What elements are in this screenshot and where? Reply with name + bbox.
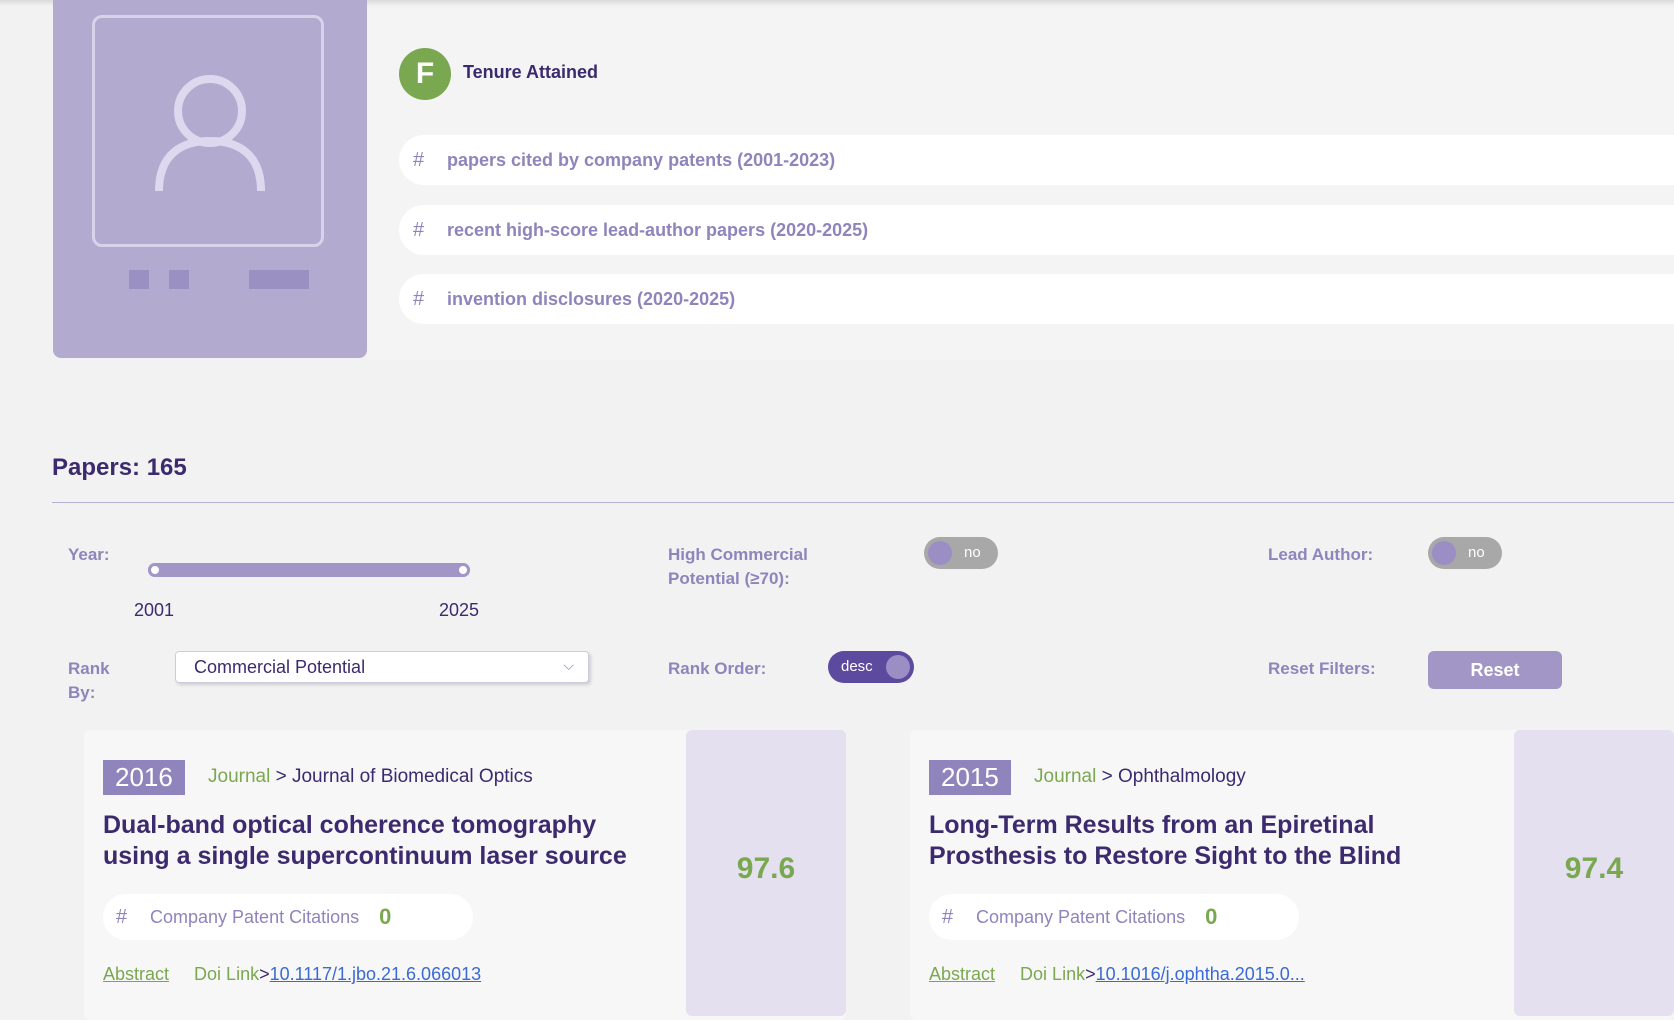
user-placeholder-icon	[155, 75, 265, 192]
lead-author-toggle[interactable]: no	[1428, 537, 1502, 569]
reset-filters-label: Reset Filters:	[1268, 659, 1376, 678]
abstract-link[interactable]: Abstract	[929, 964, 995, 984]
doi-label: Doi Link	[194, 964, 260, 984]
rank-order-toggle[interactable]: desc	[828, 651, 914, 683]
citations-label: Company Patent Citations	[976, 906, 1186, 927]
doi-separator: >	[259, 964, 270, 984]
venue-separator: >	[275, 766, 292, 787]
chevron-down-icon: ⌵	[563, 657, 574, 673]
doi-link[interactable]: 10.1117/1.jbo.21.6.066013	[270, 964, 482, 984]
citations-pill: # Company Patent Citations 0	[103, 894, 473, 940]
doi-label: Doi Link	[1020, 964, 1086, 984]
metric-row: # papers cited by company patents (2001-…	[399, 135, 1674, 185]
doi-separator: >	[1085, 964, 1096, 984]
score-panel: 97.6	[686, 730, 846, 1016]
citations-label: Company Patent Citations	[150, 906, 360, 927]
toggle-knob	[1432, 541, 1456, 565]
rank-by-label: Rank By:	[68, 659, 110, 702]
redacted-name	[249, 270, 309, 289]
year-slider-track[interactable]	[148, 563, 470, 577]
venue-name: Ophthalmology	[1117, 766, 1246, 787]
citations-value: 0	[379, 904, 392, 929]
reset-button[interactable]: Reset	[1428, 651, 1562, 689]
citations-value: 0	[1205, 904, 1218, 929]
hash-icon: #	[942, 905, 954, 928]
paper-links: Abstract Doi Link>10.1016/j.ophtha.2015.…	[929, 964, 1305, 985]
year-badge: 2016	[103, 760, 185, 795]
rank-order-label: Rank Order:	[668, 659, 767, 678]
commercial-score: 97.6	[736, 852, 796, 885]
paper-title[interactable]: Dual-band optical coherence tomography u…	[103, 810, 643, 872]
hash-icon: #	[413, 218, 425, 241]
rank-by-select[interactable]: Commercial Potential ⌵	[175, 651, 589, 683]
venue-separator: >	[1101, 766, 1118, 787]
score-panel: 97.4	[1514, 730, 1674, 1016]
tenure-badge: F	[399, 48, 451, 100]
high-commercial-label: High Commercial Potential (≥70):	[668, 545, 808, 588]
high-commercial-toggle[interactable]: no	[924, 537, 998, 569]
toggle-text: no	[964, 544, 981, 561]
year-min-label: 2001	[134, 600, 175, 620]
year-max-label: 2025	[439, 600, 480, 620]
venue-name: Journal of Biomedical Optics	[291, 766, 533, 787]
year-slider-max-handle[interactable]	[456, 563, 470, 577]
citations-pill: # Company Patent Citations 0	[929, 894, 1299, 940]
toggle-text: desc	[841, 658, 873, 675]
divider	[52, 502, 1674, 503]
venue-type: Journal	[208, 766, 271, 787]
doi-link[interactable]: 10.1016/j.ophtha.2015.0...	[1096, 964, 1305, 984]
venue: Journal > Ophthalmology	[1034, 766, 1246, 788]
metric-row: # recent high-score lead-author papers (…	[399, 205, 1674, 255]
paper-card: 2015 Journal > Ophthalmology Long-Term R…	[910, 730, 1674, 1020]
toggle-knob	[928, 541, 952, 565]
avatar	[92, 15, 324, 247]
metric-row: # invention disclosures (2020-2025)	[399, 274, 1674, 324]
paper-links: Abstract Doi Link>10.1117/1.jbo.21.6.066…	[103, 964, 481, 985]
year-badge: 2015	[929, 760, 1011, 795]
tenure-label: Tenure Attained	[463, 62, 599, 82]
paper-title[interactable]: Long-Term Results from an Epiretinal Pro…	[929, 810, 1469, 872]
metric-label: papers cited by company patents (2001-20…	[447, 149, 836, 170]
venue-type: Journal	[1034, 766, 1097, 787]
toggle-text: no	[1468, 544, 1485, 561]
metric-label: recent high-score lead-author papers (20…	[447, 219, 869, 240]
hash-icon: #	[116, 905, 128, 928]
abstract-link[interactable]: Abstract	[103, 964, 169, 984]
metric-label: invention disclosures (2020-2025)	[447, 288, 736, 309]
papers-title: Papers: 165	[52, 454, 187, 481]
commercial-score: 97.4	[1564, 852, 1624, 885]
redacted-name	[169, 270, 189, 289]
paper-card: 2016 Journal > Journal of Biomedical Opt…	[84, 730, 846, 1020]
rank-by-value: Commercial Potential	[194, 657, 366, 677]
redacted-name	[129, 270, 149, 289]
hash-icon: #	[413, 287, 425, 310]
toggle-knob	[886, 655, 910, 679]
year-slider-min-handle[interactable]	[148, 563, 162, 577]
year-filter-label: Year:	[68, 545, 110, 564]
profile-card	[53, 0, 367, 358]
hash-icon: #	[413, 148, 425, 171]
lead-author-label: Lead Author:	[1268, 545, 1374, 564]
venue: Journal > Journal of Biomedical Optics	[208, 766, 533, 788]
